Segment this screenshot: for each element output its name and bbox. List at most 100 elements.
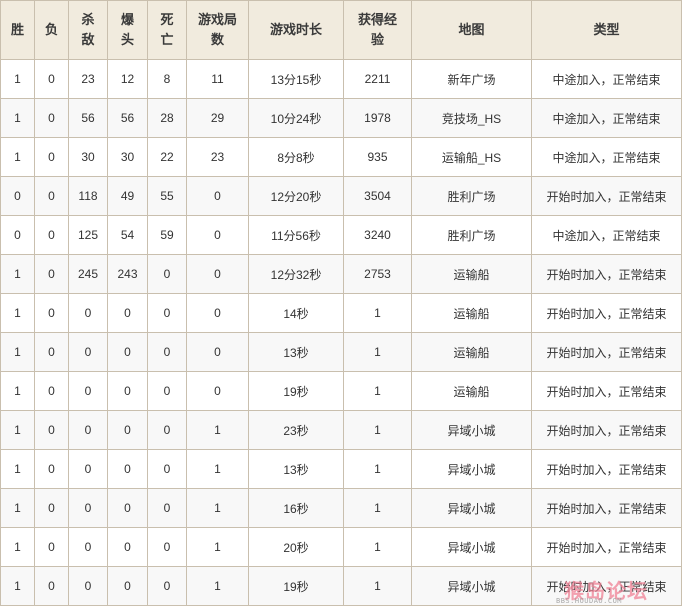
cell-type: 开始时加入，正常结束: [531, 293, 682, 333]
cell-map: 新年广场: [411, 59, 532, 99]
table-row: 0 0 118 49 55 0 12分20秒 3504 胜利广场 开始时加入，正常结束: [0, 176, 682, 216]
table-row: 0 0 125 54 59 0 11分56秒 3240 胜利广场 中途加入，正常结束: [0, 215, 682, 255]
cell-rounds: 0: [186, 176, 249, 216]
cell-rounds: 0: [186, 254, 249, 294]
cell-duration: 10分24秒: [248, 98, 344, 138]
cell-map: 胜利广场: [411, 176, 532, 216]
cell-headshots: 0: [107, 566, 148, 606]
cell-win: 0: [0, 176, 35, 216]
cell-duration: 12分20秒: [248, 176, 344, 216]
cell-deaths: 59: [147, 215, 187, 255]
table-row: 1 0 0 0 0 1 19秒 1 异域小城 开始时加入，正常结束: [0, 566, 682, 606]
cell-type: 开始时加入，正常结束: [531, 449, 682, 489]
cell-type: 开始时加入，正常结束: [531, 527, 682, 567]
cell-kills: 56: [68, 98, 108, 138]
cell-duration: 13分15秒: [248, 59, 344, 99]
cell-kills: 118: [68, 176, 108, 216]
cell-type: 中途加入，正常结束: [531, 98, 682, 138]
cell-exp: 2211: [343, 59, 412, 99]
cell-duration: 11分56秒: [248, 215, 344, 255]
cell-lose: 0: [34, 98, 69, 138]
cell-deaths: 0: [147, 566, 187, 606]
cell-type: 中途加入，正常结束: [531, 59, 682, 99]
header-row: 胜 负 杀敌 爆头 死亡 游戏局数 游戏时长 获得经验 地图 类型: [0, 0, 682, 60]
cell-type: 中途加入，正常结束: [531, 215, 682, 255]
cell-kills: 0: [68, 293, 108, 333]
table-row: 1 0 0 0 0 0 13秒 1 运输船 开始时加入，正常结束: [0, 332, 682, 372]
cell-kills: 23: [68, 59, 108, 99]
cell-win: 1: [0, 449, 35, 489]
cell-duration: 14秒: [248, 293, 344, 333]
table-row: 1 0 23 12 8 11 13分15秒 2211 新年广场 中途加入，正常结束: [0, 59, 682, 99]
cell-headshots: 56: [107, 98, 148, 138]
cell-kills: 0: [68, 332, 108, 372]
cell-rounds: 1: [186, 488, 249, 528]
cell-headshots: 0: [107, 293, 148, 333]
match-history-table: 胜 负 杀敌 爆头 死亡 游戏局数 游戏时长 获得经验 地图 类型 1 0 23 12…: [0, 0, 682, 606]
cell-win: 1: [0, 371, 35, 411]
header-type: 类型: [531, 0, 682, 60]
cell-rounds: 1: [186, 449, 249, 489]
cell-duration: 20秒: [248, 527, 344, 567]
cell-lose: 0: [34, 566, 69, 606]
cell-rounds: 11: [186, 59, 249, 99]
cell-exp: 935: [343, 137, 412, 177]
cell-rounds: 23: [186, 137, 249, 177]
cell-exp: 1: [343, 332, 412, 372]
cell-exp: 1: [343, 449, 412, 489]
cell-rounds: 0: [186, 293, 249, 333]
cell-headshots: 54: [107, 215, 148, 255]
header-lose: 负: [34, 0, 69, 60]
cell-rounds: 29: [186, 98, 249, 138]
cell-kills: 0: [68, 527, 108, 567]
cell-map: 运输船: [411, 371, 532, 411]
cell-headshots: 0: [107, 449, 148, 489]
cell-exp: 1978: [343, 98, 412, 138]
cell-lose: 0: [34, 410, 69, 450]
cell-lose: 0: [34, 137, 69, 177]
cell-rounds: 1: [186, 566, 249, 606]
cell-duration: 12分32秒: [248, 254, 344, 294]
table-row: 1 0 0 0 0 1 16秒 1 异域小城 开始时加入，正常结束: [0, 488, 682, 528]
header-win: 胜: [0, 0, 35, 60]
header-duration: 游戏时长: [248, 0, 344, 60]
cell-headshots: 49: [107, 176, 148, 216]
cell-deaths: 28: [147, 98, 187, 138]
cell-lose: 0: [34, 527, 69, 567]
cell-deaths: 55: [147, 176, 187, 216]
cell-map: 运输船: [411, 254, 532, 294]
cell-exp: 1: [343, 527, 412, 567]
cell-kills: 125: [68, 215, 108, 255]
table-header: 胜 负 杀敌 爆头 死亡 游戏局数 游戏时长 获得经验 地图 类型: [0, 0, 682, 60]
cell-kills: 0: [68, 488, 108, 528]
cell-deaths: 0: [147, 488, 187, 528]
cell-map: 异域小城: [411, 449, 532, 489]
header-map: 地图: [411, 0, 532, 60]
cell-deaths: 0: [147, 254, 187, 294]
cell-map: 异域小城: [411, 566, 532, 606]
cell-map: 胜利广场: [411, 215, 532, 255]
table-row: 1 0 0 0 0 1 23秒 1 异域小城 开始时加入，正常结束: [0, 410, 682, 450]
cell-exp: 3240: [343, 215, 412, 255]
cell-win: 1: [0, 59, 35, 99]
cell-duration: 19秒: [248, 371, 344, 411]
cell-kills: 30: [68, 137, 108, 177]
cell-win: 0: [0, 215, 35, 255]
cell-headshots: 0: [107, 527, 148, 567]
cell-rounds: 1: [186, 410, 249, 450]
cell-lose: 0: [34, 59, 69, 99]
cell-exp: 1: [343, 371, 412, 411]
cell-exp: 2753: [343, 254, 412, 294]
table-body: 1 0 23 12 8 11 13分15秒 2211 新年广场 中途加入，正常结束 1 0 56 56 28…: [0, 59, 682, 606]
cell-map: 异域小城: [411, 488, 532, 528]
cell-exp: 1: [343, 488, 412, 528]
cell-kills: 0: [68, 449, 108, 489]
cell-deaths: 0: [147, 371, 187, 411]
table-row: 1 0 0 0 0 0 19秒 1 运输船 开始时加入，正常结束: [0, 371, 682, 411]
cell-type: 中途加入，正常结束: [531, 137, 682, 177]
cell-win: 1: [0, 488, 35, 528]
cell-type: 开始时加入，正常结束: [531, 410, 682, 450]
cell-exp: 3504: [343, 176, 412, 216]
cell-headshots: 0: [107, 488, 148, 528]
table-row: 1 0 56 56 28 29 10分24秒 1978 竞技场_HS 中途加入，正常结束: [0, 98, 682, 138]
